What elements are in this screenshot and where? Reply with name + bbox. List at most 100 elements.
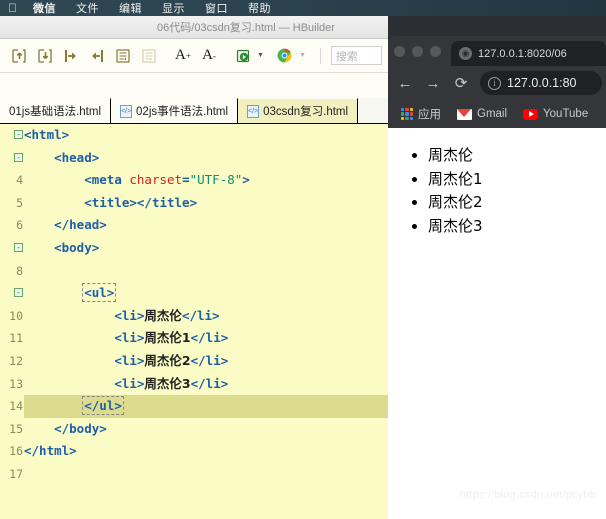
code-line[interactable]: </ul> [24, 395, 388, 418]
list-item: 周杰伦3 [428, 215, 606, 239]
forward-icon[interactable]: → [420, 70, 446, 96]
chrome-icon[interactable] [272, 43, 298, 69]
chrome-dropdown-caret-icon[interactable]: ▼ [299, 52, 306, 59]
line-number-gutter: 2-3-4567-89-1011121314151617 [0, 124, 24, 519]
browser-tab-title: 127.0.0.1:8020/06 [478, 47, 567, 60]
fold-toggle-icon[interactable]: - [14, 243, 23, 252]
web-page-viewport: 周杰伦周杰伦1周杰伦2周杰伦3 https://blog.csdn.net/pc… [388, 128, 606, 519]
code-line[interactable]: <ul> [24, 282, 388, 305]
code-line[interactable]: </html> [24, 440, 388, 463]
fold-toggle-icon[interactable]: - [14, 130, 23, 139]
editor-tab-label: 01js基础语法.html [9, 106, 102, 118]
html-file-icon: </> [120, 104, 133, 118]
word-wrap-icon[interactable] [110, 43, 136, 69]
bookmark-youtube[interactable]: YouTube [518, 106, 593, 122]
export-icon[interactable] [32, 43, 58, 69]
maximize-window-button[interactable] [430, 45, 441, 57]
font-decrease-minus: - [212, 50, 216, 61]
line-number: 8 [16, 263, 23, 278]
font-decrease-icon[interactable]: A - [196, 43, 222, 69]
search-input[interactable]: 搜索 [330, 46, 382, 65]
indent-left-icon[interactable] [84, 43, 110, 69]
apps-grid-icon [401, 108, 413, 120]
line-number: 11 [9, 331, 23, 346]
editor-tab-01js[interactable]: 01js基础语法.html [0, 98, 112, 123]
code-line[interactable]: </head> [24, 214, 388, 237]
editor-tab-03csdn[interactable]: </> 03csdn复习.html [238, 98, 359, 123]
code-line[interactable]: <html> [24, 124, 388, 147]
bookmark-label: Gmail [477, 108, 508, 120]
code-line[interactable]: <head> [24, 147, 388, 170]
run-in-browser-icon[interactable] [230, 43, 256, 69]
back-icon[interactable]: ← [392, 70, 418, 96]
address-bar[interactable]: i 127.0.0.1:80 [480, 71, 602, 95]
youtube-icon [523, 108, 539, 120]
editor-tab-bar: 01js基础语法.html </> 02js事件语法.html </> 03cs… [0, 98, 388, 124]
line-number: 6 [16, 218, 23, 233]
chrome-toolbar: ← → ⟳ i 127.0.0.1:80 [388, 66, 606, 100]
html-file-icon: </> [247, 104, 260, 118]
apple-logo-icon[interactable]:  [8, 2, 17, 14]
fold-toggle-icon[interactable]: - [14, 152, 23, 162]
code-content[interactable]: <html> <head> <meta charset="UTF-8"> <ti… [24, 124, 388, 519]
rendered-list: 周杰伦周杰伦1周杰伦2周杰伦3 [388, 144, 606, 239]
window-title: 06代码/03csdn复习.html — HBuilder [157, 22, 335, 34]
list-item: 周杰伦2 [428, 191, 606, 215]
code-line[interactable]: <li>周杰伦3</li> [24, 373, 388, 396]
line-number: 14 [9, 399, 23, 414]
menu-item-window[interactable]: 窗口 [205, 0, 228, 16]
line-number: 17 [9, 466, 23, 481]
menu-item-help[interactable]: 帮助 [248, 0, 271, 16]
line-number: 16 [9, 444, 23, 459]
code-editor[interactable]: 2-3-4567-89-1011121314151617 <html> <hea… [0, 124, 388, 519]
line-number: 15 [9, 421, 23, 436]
browser-tab[interactable]: ◉ 127.0.0.1:8020/06 [451, 41, 606, 66]
menu-item-edit[interactable]: 编辑 [119, 0, 142, 16]
font-increase-letter: A [175, 47, 186, 63]
line-number: 10 [9, 308, 23, 323]
window-traffic-lights [394, 36, 451, 66]
close-window-button[interactable] [394, 45, 405, 57]
hbuilder-titlebar: 06代码/03csdn复习.html — HBuilder [0, 16, 388, 39]
code-line[interactable]: <li>周杰伦1</li> [24, 327, 388, 350]
menu-item-view[interactable]: 显示 [162, 0, 185, 16]
run-dropdown-caret-icon[interactable]: ▼ [257, 52, 264, 59]
word-wrap-off-icon[interactable] [136, 43, 162, 69]
code-line[interactable]: <title></title> [24, 192, 388, 215]
bookmarks-bar: 应用 Gmail YouTube [388, 100, 606, 128]
code-line[interactable]: </body> [24, 418, 388, 441]
code-line[interactable]: <li>周杰伦2</li> [24, 350, 388, 373]
code-line[interactable]: <li>周杰伦</li> [24, 305, 388, 328]
chrome-browser-window: ◉ 127.0.0.1:8020/06 ← → ⟳ i 127.0.0.1:80… [388, 36, 606, 519]
list-item: 周杰伦 [428, 144, 606, 168]
import-icon[interactable] [6, 43, 32, 69]
bookmark-gmail[interactable]: Gmail [452, 106, 512, 122]
hbuilder-window: 06代码/03csdn复习.html — HBuilder A + A - ▼ … [0, 16, 388, 519]
indent-right-icon[interactable] [58, 43, 84, 69]
toolbar-divider [319, 47, 321, 64]
site-info-icon[interactable]: i [488, 76, 501, 90]
line-number: 4 [16, 173, 23, 188]
editor-tab-label: 03csdn复习.html [263, 106, 349, 118]
editor-tab-02js[interactable]: </> 02js事件语法.html [111, 98, 239, 123]
fold-toggle-icon[interactable]: - [14, 288, 23, 298]
chrome-tab-strip: ◉ 127.0.0.1:8020/06 [388, 36, 606, 66]
font-decrease-letter: A [202, 47, 213, 63]
menu-item-wechat[interactable]: 微信 [33, 0, 56, 16]
menu-item-file[interactable]: 文件 [76, 0, 99, 16]
code-line[interactable]: <body> [24, 237, 388, 260]
address-bar-value: 127.0.0.1:80 [507, 76, 577, 90]
code-line[interactable]: <meta charset="UTF-8"> [24, 169, 388, 192]
csdn-watermark: https://blog.csdn.net/pcybb [459, 489, 596, 501]
bookmark-label: 应用 [418, 109, 441, 121]
bookmark-label: YouTube [543, 108, 589, 120]
bookmark-apps[interactable]: 应用 [396, 104, 446, 124]
font-increase-plus: + [185, 50, 191, 61]
code-line[interactable] [24, 260, 388, 283]
code-line[interactable] [24, 463, 388, 486]
hbuilder-empty-strip [0, 73, 388, 98]
reload-icon[interactable]: ⟳ [448, 70, 474, 96]
minimize-window-button[interactable] [412, 45, 423, 57]
line-number: 12 [9, 353, 23, 368]
font-increase-icon[interactable]: A + [170, 43, 196, 69]
